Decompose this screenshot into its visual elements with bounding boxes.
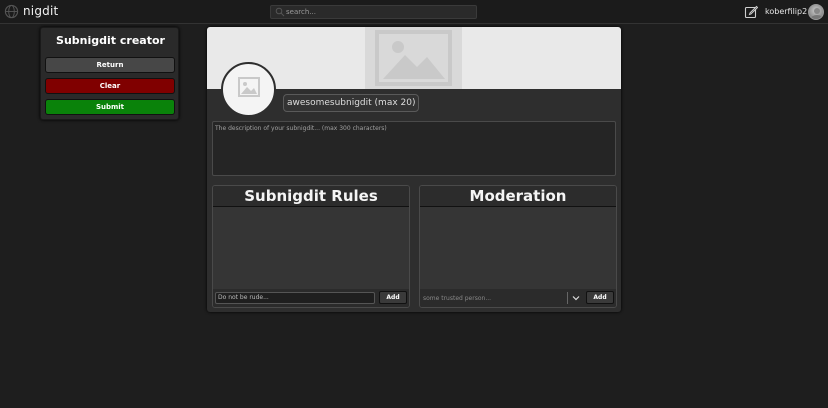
search-input[interactable] [286,6,474,18]
moderation-title: Moderation [420,186,616,207]
return-button[interactable]: Return [45,57,175,73]
description-textarea[interactable]: The description of your subnigdit... (ma… [212,121,616,176]
add-rule-button[interactable]: Add [379,291,407,304]
rules-list [213,207,409,289]
moderators-list [420,207,616,289]
divider [567,292,568,304]
subnigdit-name-input[interactable]: awesomesubnigdit (max 20) [283,94,419,112]
user-avatar-icon [811,8,823,19]
add-moderator-button[interactable]: Add [586,291,614,304]
banner-image-placeholder[interactable] [365,27,462,89]
moderation-footer: some trusted person... Add [420,289,616,307]
search-icon [275,7,285,17]
subnigdit-icon-placeholder[interactable] [221,62,276,117]
top-navbar: nigdit koberfilip2 [0,0,828,24]
image-placeholder-icon [238,77,260,97]
clear-button[interactable]: Clear [45,78,175,94]
edit-icon[interactable] [744,5,758,19]
rules-title: Subnigdit Rules [213,186,409,207]
subnigdit-form-card: awesomesubnigdit (max 20) The descriptio… [207,27,621,312]
username[interactable]: koberfilip2 [765,7,807,16]
moderator-input[interactable]: some trusted person... [423,294,568,304]
creator-title: Subnigdit creator [56,34,165,47]
avatar[interactable] [808,4,824,20]
submit-button[interactable]: Submit [45,99,175,115]
globe-icon[interactable] [4,4,19,19]
rule-input[interactable]: Do not be rude... [215,292,375,304]
image-placeholder-icon [375,30,452,86]
rules-footer: Do not be rude... Add [213,289,409,307]
chevron-down-icon[interactable] [571,293,581,303]
rules-panel: Subnigdit Rules Do not be rude... Add [212,185,410,308]
app-name[interactable]: nigdit [23,4,58,18]
creator-panel: Subnigdit creator Return Clear Submit [40,27,179,120]
search-bar[interactable] [270,5,477,19]
description-placeholder: The description of your subnigdit... (ma… [215,125,387,132]
moderation-panel: Moderation some trusted person... Add [419,185,617,308]
